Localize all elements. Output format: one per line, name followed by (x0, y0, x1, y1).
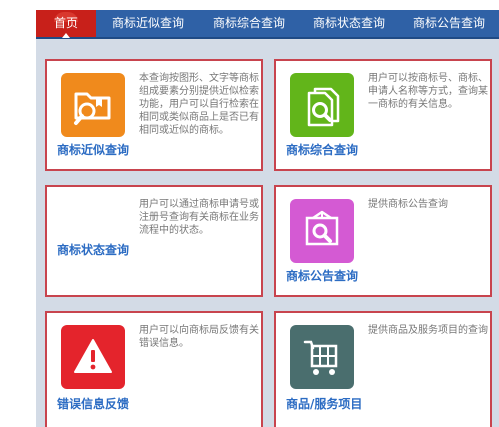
card-description: 用户可以按商标号、商标、申请人名称等方式，查询某一商标的有关信息。 (368, 73, 488, 110)
card-title[interactable]: 商标公告查询 (286, 267, 358, 284)
card-status-search[interactable]: 商标状态查询 用户可以通过商标申请号或注册号查询有关商标在业务流程中的状态。 (45, 185, 263, 297)
card-title[interactable]: 商标综合查询 (286, 141, 358, 158)
card-description: 提供商标公告查询 (368, 199, 448, 210)
card-comprehensive-search[interactable]: 商标综合查询 用户可以按商标号、商标、申请人名称等方式，查询某一商标的有关信息。 (274, 59, 492, 171)
nav-item-similar-search[interactable]: 商标近似查询 (112, 10, 184, 37)
card-similar-search[interactable]: 商标近似查询 本查询按图形、文字等商标组成要素分别提供近似检索功能，用户可以自行… (45, 59, 263, 171)
card-description: 本查询按图形、文字等商标组成要素分别提供近似检索功能，用户可以自行检索在相同或类… (139, 73, 259, 136)
warning-icon (61, 325, 125, 389)
nav-item-announcement-search[interactable]: 商标公告查询 (413, 10, 485, 37)
folder-search-icon (61, 73, 125, 137)
card-description: 用户可以向商标局反馈有关错误信息。 (139, 325, 259, 349)
page-left-margin (0, 10, 36, 427)
card-goods-services[interactable]: 商品/服务项目 提供商品及服务项目的查询 (274, 311, 492, 427)
nav-item-home[interactable]: 首页 (36, 10, 96, 38)
main-nav: 首页 商标近似查询 商标综合查询 商标状态查询 商标公告查询 (36, 10, 499, 39)
card-description: 用户可以通过商标申请号或注册号查询有关商标在业务流程中的状态。 (139, 199, 259, 236)
nav-item-comprehensive-search[interactable]: 商标综合查询 (213, 10, 285, 37)
card-error-feedback[interactable]: 错误信息反馈 用户可以向商标局反馈有关错误信息。 (45, 311, 263, 427)
card-title[interactable]: 商标近似查询 (57, 141, 129, 158)
page-top-margin (0, 0, 499, 10)
card-title[interactable]: 商标状态查询 (57, 241, 129, 258)
document-search-icon (290, 73, 354, 137)
shopping-cart-icon (290, 325, 354, 389)
nav-item-status-search[interactable]: 商标状态查询 (313, 10, 385, 37)
card-announcement-search[interactable]: 商标公告查询 提供商标公告查询 (274, 185, 492, 297)
card-description: 提供商品及服务项目的查询 (368, 325, 488, 336)
announcement-search-icon (290, 199, 354, 263)
card-title[interactable]: 错误信息反馈 (57, 395, 129, 412)
card-title[interactable]: 商品/服务项目 (286, 395, 362, 412)
